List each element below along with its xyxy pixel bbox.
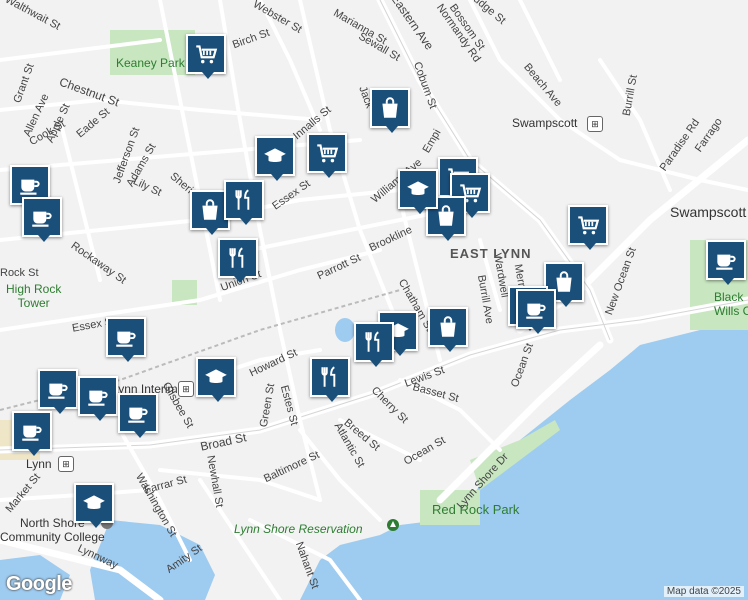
neighborhood-label-east-lynn: EAST LYNN xyxy=(450,246,532,261)
poi-pin[interactable] xyxy=(218,238,258,283)
coffee-cup-icon xyxy=(29,204,55,230)
poi-pin[interactable] xyxy=(428,307,468,352)
poi-pin[interactable] xyxy=(706,240,746,285)
park-label-red-rock[interactable]: Red Rock Park xyxy=(432,502,519,517)
poi-pin[interactable] xyxy=(38,369,78,414)
place-label-high-rock-tower[interactable]: High Rock Tower xyxy=(6,282,61,310)
restaurant-icon xyxy=(317,364,343,390)
poi-pin[interactable] xyxy=(78,376,118,421)
poi-pin[interactable] xyxy=(255,136,295,181)
restaurant-icon xyxy=(231,187,257,213)
train-station-icon[interactable]: ⊞ xyxy=(587,116,603,132)
park-label-keaney[interactable]: Keaney Park xyxy=(116,56,185,70)
grocery-cart-icon xyxy=(314,140,340,166)
coffee-cup-icon xyxy=(523,296,549,322)
restaurant-icon xyxy=(361,329,387,355)
map-canvas[interactable]: Walthwait St Grant St Allen Ave Apple St… xyxy=(0,0,748,600)
coffee-cup-icon xyxy=(113,324,139,350)
google-logo: Google xyxy=(6,573,72,595)
street-label: Rock St xyxy=(0,267,39,279)
restaurant-icon xyxy=(225,245,251,271)
poi-pin[interactable] xyxy=(196,357,236,402)
poi-pin[interactable] xyxy=(118,393,158,438)
poi-pin[interactable] xyxy=(398,169,438,214)
poi-pin[interactable] xyxy=(568,205,608,250)
place-label-lynn[interactable]: Lynn xyxy=(26,457,52,471)
graduation-cap-icon xyxy=(262,143,288,169)
train-station-icon[interactable]: ⊞ xyxy=(178,381,194,397)
poi-pin[interactable] xyxy=(516,289,556,334)
park-label-lynn-shore-reservation[interactable]: Lynn Shore Reservation xyxy=(234,522,363,536)
coffee-cup-icon xyxy=(19,418,45,444)
poi-pin[interactable] xyxy=(307,133,347,178)
poi-pin[interactable] xyxy=(106,317,146,362)
graduation-cap-icon xyxy=(203,364,229,390)
train-station-icon[interactable]: ⊞ xyxy=(58,456,74,472)
poi-pin[interactable] xyxy=(186,34,226,79)
park-tree-icon[interactable] xyxy=(386,518,400,532)
coffee-cup-icon xyxy=(125,400,151,426)
poi-pin[interactable] xyxy=(370,88,410,133)
grocery-cart-icon xyxy=(193,41,219,67)
graduation-cap-icon xyxy=(405,176,431,202)
coffee-cup-icon xyxy=(17,172,43,198)
grocery-cart-icon xyxy=(575,212,601,238)
poi-pin[interactable] xyxy=(74,483,114,528)
shopping-bag-icon xyxy=(197,197,223,223)
place-label-swampscott-station[interactable]: Swampscott xyxy=(512,116,577,130)
coffee-cup-icon xyxy=(713,247,739,273)
shopping-bag-icon xyxy=(435,314,461,340)
coffee-cup-icon xyxy=(85,383,111,409)
poi-pin[interactable] xyxy=(12,411,52,456)
coffee-cup-icon xyxy=(45,376,71,402)
place-label-black-wills-cliff[interactable]: Black Wills Cli xyxy=(714,290,748,318)
poi-pin[interactable] xyxy=(354,322,394,367)
town-label-swampscott: Swampscott xyxy=(670,204,747,220)
poi-pin[interactable] xyxy=(224,180,264,225)
shopping-bag-icon xyxy=(377,95,403,121)
map-attribution[interactable]: Map data ©2025 xyxy=(663,586,744,597)
poi-pin[interactable] xyxy=(310,357,350,402)
poi-pin[interactable] xyxy=(22,197,62,242)
graduation-cap-icon xyxy=(81,490,107,516)
